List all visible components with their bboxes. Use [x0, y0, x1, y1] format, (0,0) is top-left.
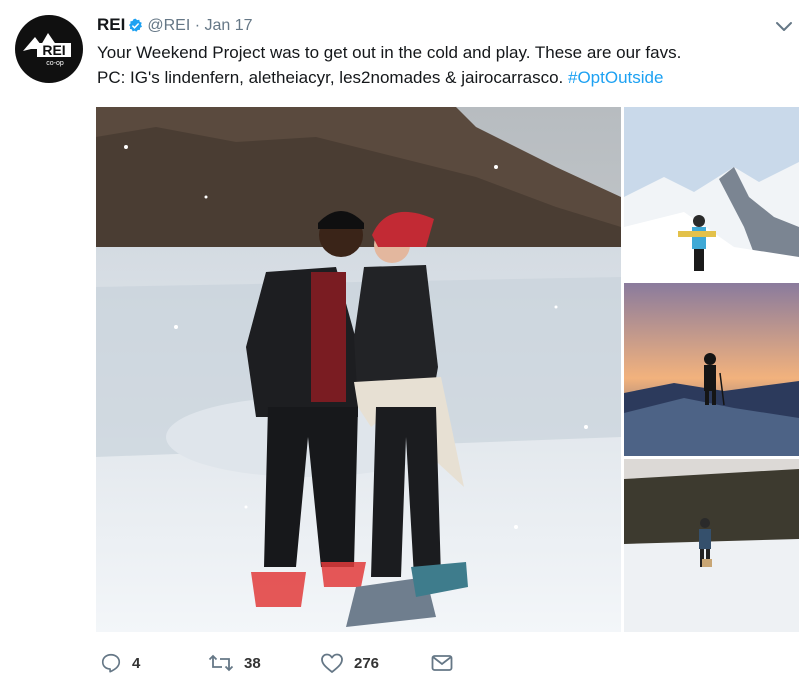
envelope-icon [430, 652, 454, 674]
reply-button[interactable]: 4 [100, 650, 140, 676]
reply-count: 4 [132, 654, 141, 672]
direct-message-button[interactable] [430, 650, 454, 676]
like-button[interactable]: 276 [320, 650, 379, 676]
tweet-header: REI @REI · Jan 17 [97, 14, 253, 36]
account-name[interactable]: REI [97, 15, 125, 34]
verified-badge-icon [128, 18, 143, 40]
avatar[interactable]: REI co-op [15, 15, 83, 83]
rei-logo: REI co-op [23, 33, 71, 67]
side-photo-3[interactable] [624, 459, 799, 632]
retweet-button[interactable]: 38 [208, 650, 261, 676]
main-photo[interactable] [96, 107, 621, 632]
tweet-text-line2: PC: IG's lindenfern, aletheiacyr, les2no… [97, 65, 797, 90]
media-grid [96, 107, 799, 632]
reply-icon [100, 652, 122, 674]
side-photo-2[interactable] [624, 283, 799, 456]
account-handle[interactable]: @REI [147, 17, 190, 34]
chevron-down-icon[interactable] [770, 16, 798, 38]
logo-text: REI [42, 42, 65, 58]
retweet-count: 38 [244, 654, 261, 672]
logo-subtext: co-op [46, 60, 64, 67]
side-photo-1[interactable] [624, 107, 799, 280]
heart-icon [320, 652, 344, 674]
tweet-text: Your Weekend Project was to get out in t… [97, 40, 797, 90]
photo-credits: PC: IG's lindenfern, aletheiacyr, les2no… [97, 68, 568, 87]
retweet-icon [208, 652, 234, 674]
hashtag-link[interactable]: #OptOutside [568, 68, 663, 87]
tweet-text-line1: Your Weekend Project was to get out in t… [97, 43, 682, 62]
separator-dot: · [194, 17, 201, 34]
tweet-date[interactable]: Jan 17 [205, 17, 253, 34]
like-count: 276 [354, 654, 380, 672]
